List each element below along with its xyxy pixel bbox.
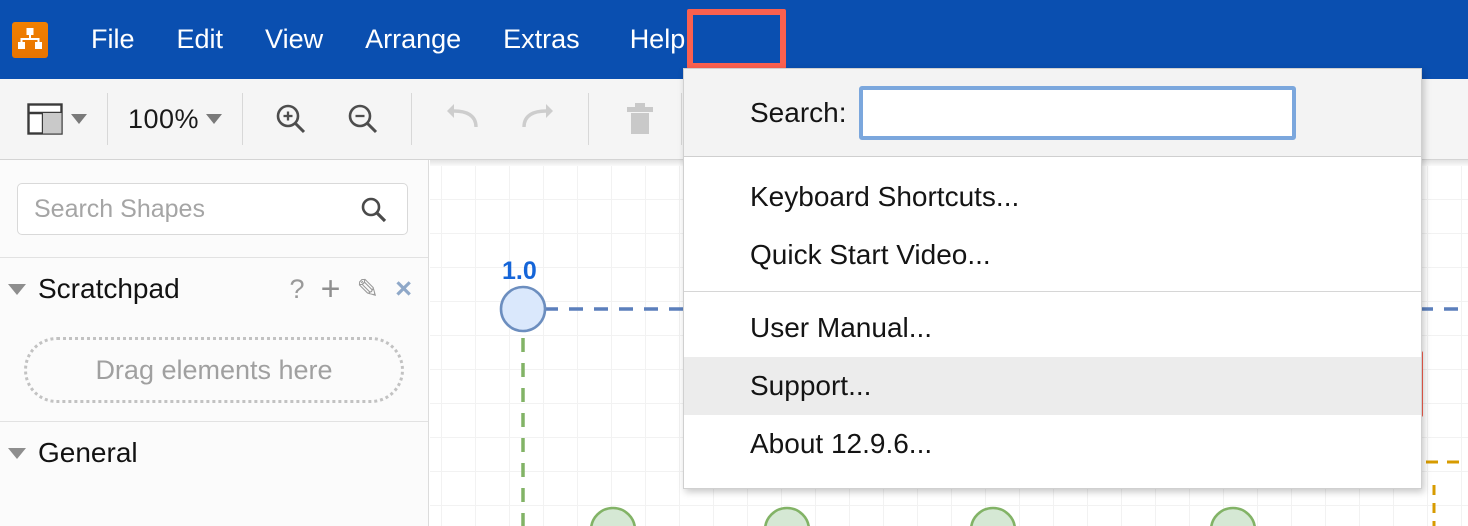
node-green <box>590 506 636 526</box>
zoom-level-label: 100% <box>128 103 200 134</box>
sidebar-section-title: General <box>38 437 138 468</box>
scratchpad-add-icon[interactable]: + <box>321 272 341 306</box>
scratchpad-dropzone[interactable]: Drag elements here <box>24 337 404 403</box>
help-search-input[interactable] <box>858 85 1296 140</box>
shape-search-container <box>0 160 428 257</box>
sidebar-section-title: Scratchpad <box>38 273 180 304</box>
menu-file[interactable]: File <box>70 18 156 61</box>
node-green <box>970 506 1016 526</box>
menu-item-keyboard-shortcuts[interactable]: Keyboard Shortcuts... <box>684 168 1421 226</box>
toolbar-separator <box>681 93 683 145</box>
menu-separator <box>684 291 1421 292</box>
menu-help[interactable]: Help <box>609 18 707 61</box>
toolbar-separator <box>107 93 108 145</box>
menu-item-support[interactable]: Support... <box>684 357 1421 415</box>
chevron-down-icon <box>71 114 87 124</box>
node-green <box>764 506 810 526</box>
node-blue <box>499 285 547 333</box>
search-shapes-field[interactable] <box>17 183 408 235</box>
scratchpad-actions: ? + ✎ × <box>290 272 412 306</box>
scratchpad-body: Drag elements here <box>0 320 428 421</box>
scratchpad-edit-icon[interactable]: ✎ <box>356 275 379 303</box>
trash-icon <box>627 103 654 134</box>
menu-extras[interactable]: Extras <box>482 18 601 61</box>
zoom-out-icon <box>348 104 378 134</box>
node-green <box>1210 506 1256 526</box>
sidebar-section-general[interactable]: General <box>0 422 428 484</box>
toolbar-separator <box>242 93 244 145</box>
help-search-row: Search: <box>684 69 1421 157</box>
scratchpad-close-icon[interactable]: × <box>395 274 412 304</box>
menu-arrange[interactable]: Arrange <box>344 18 482 61</box>
chevron-down-icon <box>206 114 223 124</box>
menu-view[interactable]: View <box>244 18 344 61</box>
zoom-in-button[interactable] <box>265 92 317 146</box>
menu-item-quick-start-video[interactable]: Quick Start Video... <box>684 226 1421 284</box>
node-label-1-0: 1.0 <box>502 257 537 285</box>
menu-edit[interactable]: Edit <box>156 18 245 61</box>
toolbar-separator <box>411 93 413 145</box>
drawio-app-window: File Edit View Arrange Extras Help 100% <box>0 0 1468 526</box>
scratchpad-help-icon[interactable]: ? <box>290 275 305 303</box>
menu-item-user-manual[interactable]: User Manual... <box>684 299 1421 357</box>
shapes-sidebar: Scratchpad ? + ✎ × Drag elements here Ge… <box>0 160 429 526</box>
redo-button[interactable] <box>510 92 566 146</box>
zoom-level-button[interactable]: 100% <box>120 92 230 146</box>
help-dropdown-menu: Search: Keyboard Shortcuts... Quick Star… <box>683 68 1422 489</box>
redo-icon <box>522 104 554 128</box>
search-shapes-input[interactable] <box>18 194 348 224</box>
help-search-label: Search: <box>750 96 847 128</box>
layout-panels-icon <box>27 103 63 135</box>
drawio-logo-icon[interactable] <box>12 21 48 58</box>
zoom-out-button[interactable] <box>337 92 389 146</box>
search-icon[interactable] <box>359 195 389 230</box>
zoom-in-icon <box>276 104 306 134</box>
view-layout-button[interactable] <box>18 92 95 146</box>
delete-button[interactable] <box>615 92 665 146</box>
menu-item-about[interactable]: About 12.9.6... <box>684 415 1421 473</box>
triangle-down-icon[interactable] <box>8 283 26 295</box>
sidebar-section-scratchpad[interactable]: Scratchpad ? + ✎ × <box>0 258 428 320</box>
triangle-down-icon[interactable] <box>8 447 26 459</box>
toolbar-separator <box>588 93 590 145</box>
undo-icon <box>447 104 478 128</box>
undo-button[interactable] <box>434 92 490 146</box>
